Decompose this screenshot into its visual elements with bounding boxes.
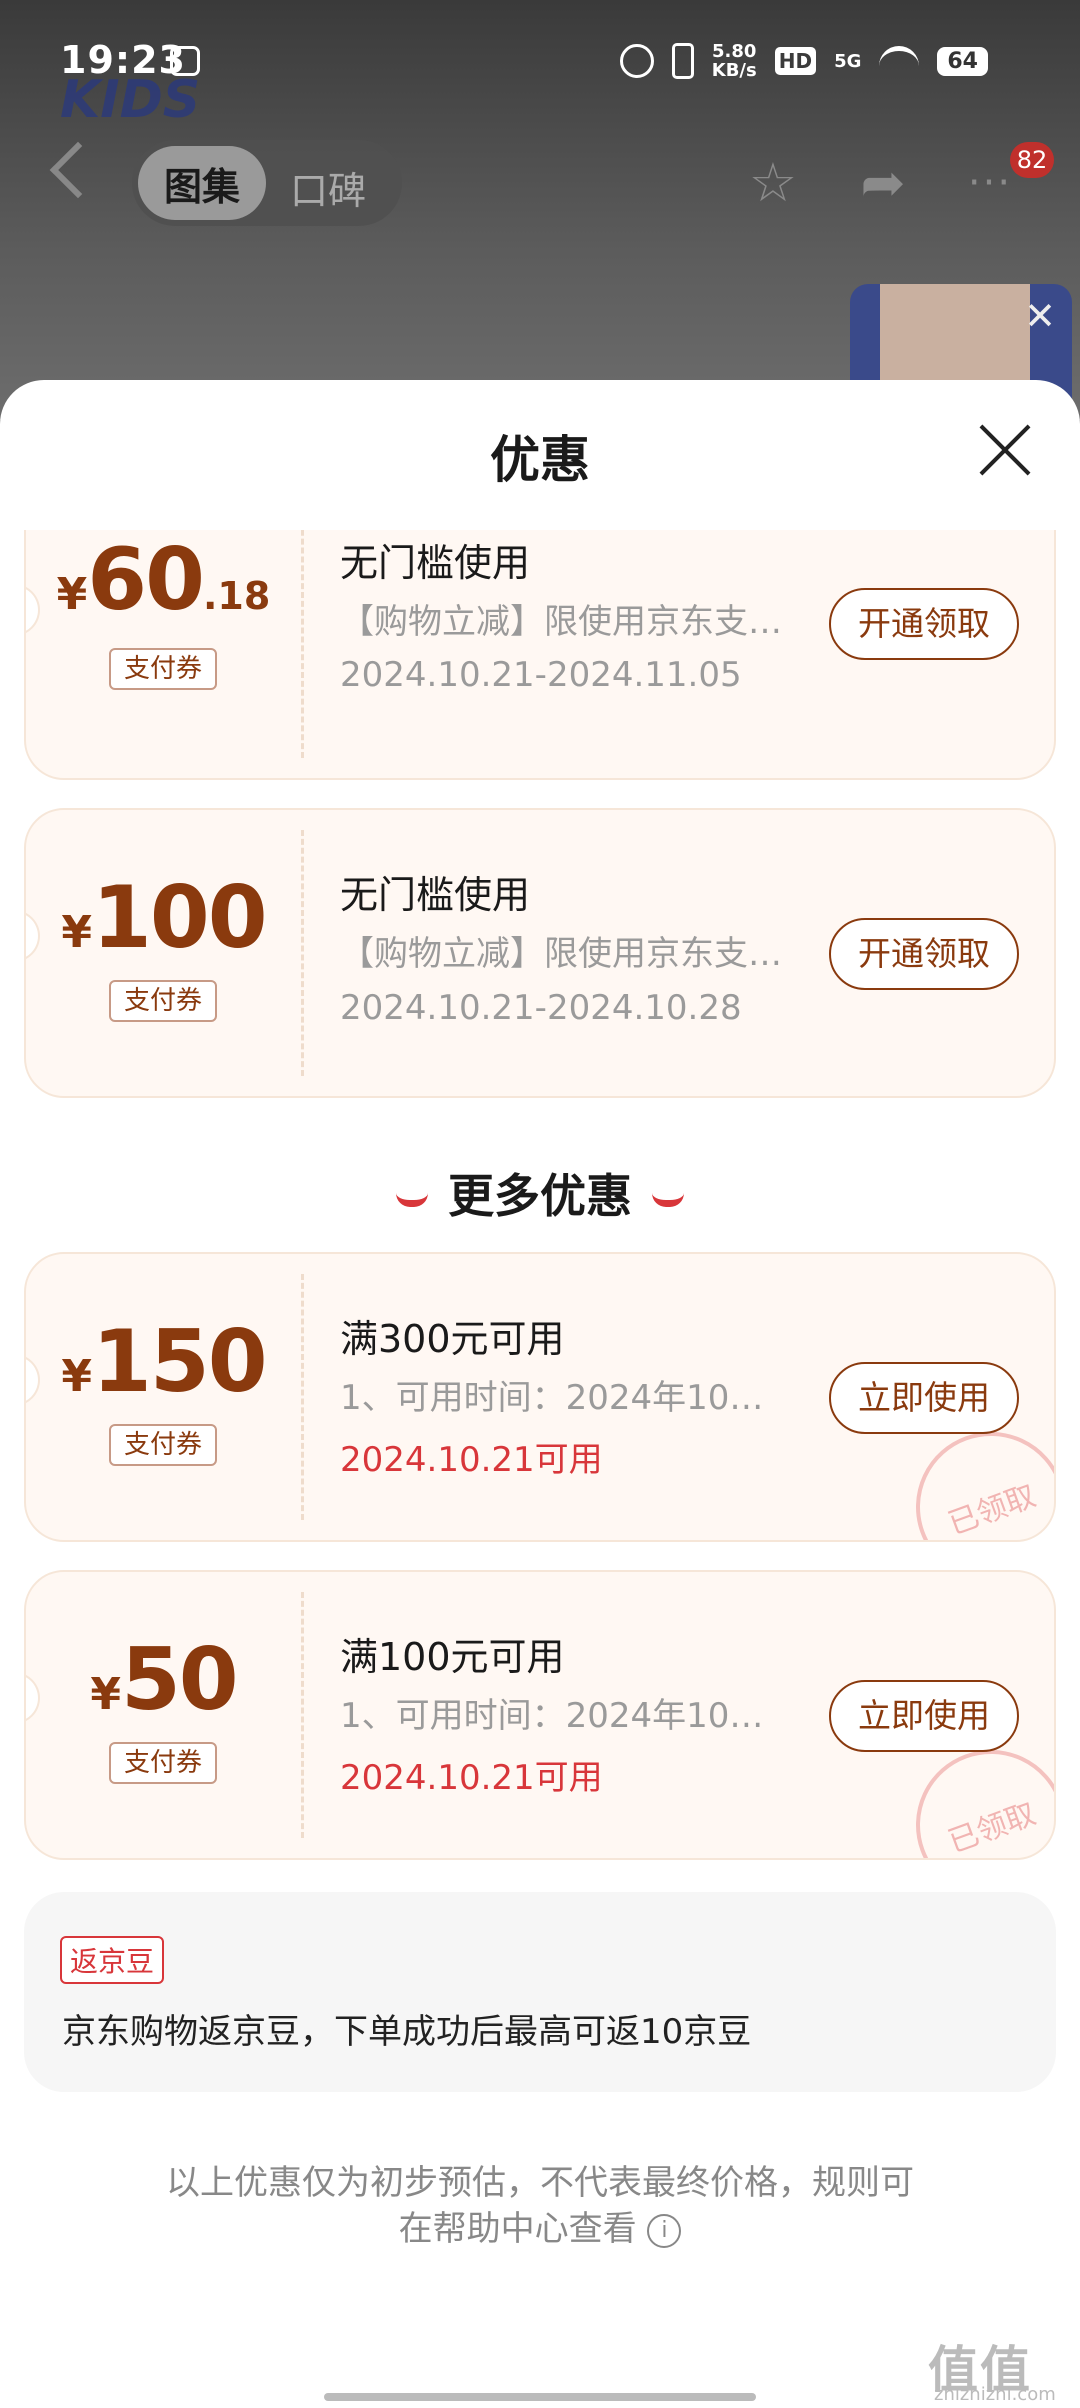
coupon-title: 无门槛使用 xyxy=(340,873,531,917)
smile-decoration-icon xyxy=(652,1193,684,1207)
coupon-description: 【购物立减】限使用京东支… xyxy=(340,602,782,642)
coupon-list[interactable]: ¥60.18 支付券 无门槛使用 【购物立减】限使用京东支… 2024.10.2… xyxy=(0,530,1080,2408)
return-beans-card: 返京豆 京东购物返京豆，下单成功后最高可返10京豆 xyxy=(24,1892,1056,2092)
home-indicator[interactable] xyxy=(324,2393,756,2401)
share-icon[interactable]: ➦ xyxy=(855,155,911,211)
coupon-divider xyxy=(301,830,304,1076)
close-icon[interactable]: ✕ xyxy=(1018,294,1062,338)
coupon-price: ¥150 xyxy=(26,1312,301,1412)
coupon-amount: 150 xyxy=(92,1312,268,1412)
coupon-title: 满300元可用 xyxy=(340,1317,565,1361)
coupon-amount: 50 xyxy=(120,1630,239,1730)
return-beans-tag: 返京豆 xyxy=(60,1936,165,1984)
payment-coupon-tag: 支付券 xyxy=(109,648,217,690)
back-arrow-icon[interactable] xyxy=(49,141,107,199)
use-now-button[interactable]: 立即使用 xyxy=(829,1362,1019,1434)
sheet-title: 优惠 xyxy=(490,431,590,489)
network-speed-unit: KB/s xyxy=(711,60,757,81)
activate-claim-button[interactable]: 开通领取 xyxy=(829,918,1019,990)
help-center-link[interactable]: 在帮助中心查看 xyxy=(399,2209,637,2249)
coupon-divider xyxy=(301,1592,304,1838)
return-beans-text: 京东购物返京豆，下单成功后最高可返10京豆 xyxy=(62,2012,752,2052)
footer-note: 以上优惠仅为初步预估，不代表最终价格，规则可 在帮助中心查看 i xyxy=(130,2160,950,2252)
network-speed-value: 5.80 xyxy=(712,41,757,62)
payment-coupon-tag: 支付券 xyxy=(109,980,217,1022)
currency-symbol: ¥ xyxy=(61,907,93,958)
discount-sheet: 优惠 ¥60.18 支付券 无门槛使用 【购物立减】限使用京东支… 2024.1… xyxy=(0,380,1080,2408)
battery-icon: 64 xyxy=(937,46,988,76)
tab-reviews[interactable]: 口碑 xyxy=(290,160,366,215)
vibrate-icon xyxy=(671,43,694,79)
alarm-icon xyxy=(619,44,654,78)
more-discounts-label: 更多优惠 xyxy=(448,1169,632,1223)
footer-note-line-2: 在帮助中心查看 i xyxy=(130,2206,950,2252)
message-badge: 82 xyxy=(1010,142,1054,178)
brand-logo: KIDS xyxy=(60,70,201,130)
more-discounts-title: 更多优惠 xyxy=(0,1160,1080,1226)
coupon-card: ¥50 支付券 满100元可用 1、可用时间：2024年10… 2024.10.… xyxy=(24,1570,1056,1860)
wifi-icon xyxy=(879,46,920,76)
coupon-price: ¥50 xyxy=(26,1630,301,1730)
currency-symbol: ¥ xyxy=(61,1351,93,1402)
signal-5g-icon: 5G xyxy=(834,50,862,72)
coupon-card: ¥100 支付券 无门槛使用 【购物立减】限使用京东支… 2024.10.21-… xyxy=(24,808,1056,1098)
coupon-description: 【购物立减】限使用京东支… xyxy=(340,934,782,974)
coupon-amount: 100 xyxy=(92,868,268,968)
payment-coupon-tag: 支付券 xyxy=(109,1742,217,1784)
currency-symbol: ¥ xyxy=(56,569,88,620)
activate-claim-button[interactable]: 开通领取 xyxy=(829,588,1019,660)
info-icon[interactable]: i xyxy=(647,2213,682,2248)
coupon-amount: 60 xyxy=(87,530,205,630)
tab-gallery[interactable]: 图集 xyxy=(138,146,266,220)
coupon-amount-decimal: .18 xyxy=(202,574,271,618)
coupon-validity: 2024.10.21可用 xyxy=(340,1758,603,1798)
coupon-description: 1、可用时间：2024年10… xyxy=(340,1378,764,1418)
network-speed: 5.80 KB/s xyxy=(712,42,757,80)
coupon-price: ¥100 xyxy=(26,868,301,968)
watermark-url: zhizhizhi.com xyxy=(934,2384,1056,2405)
coupon-price: ¥60.18 xyxy=(26,530,301,630)
smile-decoration-icon xyxy=(396,1193,428,1207)
coupon-divider xyxy=(301,1274,304,1520)
footer-note-line-1: 以上优惠仅为初步预估，不代表最终价格，规则可 xyxy=(166,2163,914,2203)
payment-coupon-tag: 支付券 xyxy=(109,1424,217,1466)
coupon-title: 无门槛使用 xyxy=(340,541,531,585)
coupon-divider xyxy=(301,530,304,758)
use-now-button[interactable]: 立即使用 xyxy=(829,1680,1019,1752)
coupon-card: ¥150 支付券 满300元可用 1、可用时间：2024年10… 2024.10… xyxy=(24,1252,1056,1542)
status-icons: 5.80 KB/s HD 5G 64 xyxy=(619,42,988,80)
favorite-star-icon[interactable]: ☆ xyxy=(745,155,801,211)
currency-symbol: ¥ xyxy=(90,1669,121,1720)
hd-icon: HD xyxy=(774,47,817,75)
coupon-description: 1、可用时间：2024年10… xyxy=(340,1696,764,1736)
coupon-validity: 2024.10.21可用 xyxy=(340,1440,603,1480)
coupon-validity: 2024.10.21-2024.10.28 xyxy=(340,988,742,1028)
close-icon[interactable] xyxy=(975,420,1035,480)
coupon-card: ¥60.18 支付券 无门槛使用 【购物立减】限使用京东支… 2024.10.2… xyxy=(24,530,1056,780)
background-app: 19:23 5.80 KB/s HD 5G 64 KIDS 图集 口碑 ☆ ➦ … xyxy=(0,0,1080,424)
coupon-title: 满100元可用 xyxy=(340,1635,565,1679)
coupon-validity: 2024.10.21-2024.11.05 xyxy=(340,655,742,695)
